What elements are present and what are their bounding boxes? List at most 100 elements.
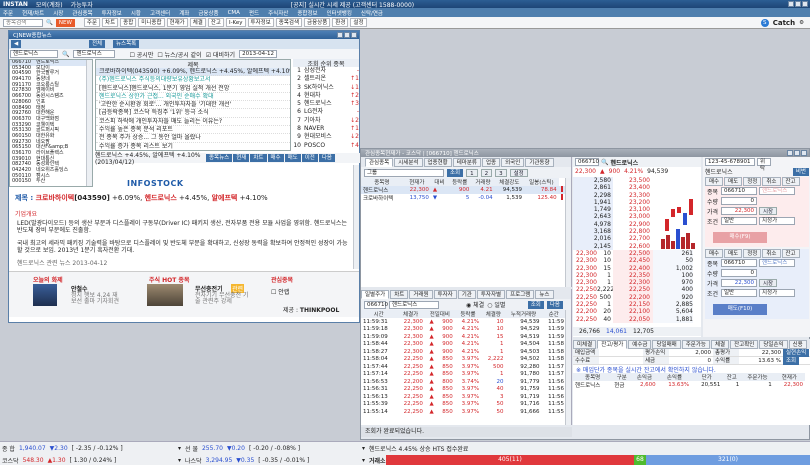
headline-item[interactable]: 크로바하이텍(043590) +6.09%, 헨드로닉스 +4.45%, 알에프… (96, 68, 290, 77)
max-qty-button[interactable]: 시장 (759, 279, 778, 287)
order-cond-input[interactable]: 일반 (721, 217, 757, 225)
headline-item[interactable]: 전 종목 주가 상승... 그 동안 얼마 올랐나 (96, 134, 290, 143)
tab[interactable]: 관심종목 (365, 157, 394, 167)
realized-pl-button[interactable]: 실현손익 (783, 349, 810, 357)
dropdown-icon[interactable]: ▾ (178, 457, 181, 464)
bid-row[interactable]: 22,300 1 22,350 100 (573, 271, 701, 280)
tab[interactable]: 투자자 (433, 289, 457, 299)
tab[interactable]: 거래원 (409, 289, 433, 299)
ranking-item[interactable]: 4 현대차 ↑2 (293, 92, 359, 100)
next-button[interactable]: 다음 (546, 300, 563, 309)
tab[interactable]: 체결 (710, 339, 730, 349)
max-qty-button[interactable]: 시장 (759, 207, 778, 215)
toolbar-button[interactable]: 체결 (189, 18, 206, 27)
close-icon[interactable] (351, 32, 357, 38)
headline-item[interactable]: 헨드로닉스 상한가 근접... 외국인 순매수 확대 (96, 93, 290, 102)
news-action-button[interactable]: 현재 (233, 154, 250, 162)
password-button[interactable]: 비번 (792, 167, 809, 176)
group-select[interactable]: 그룹 (364, 168, 444, 177)
buy-submit-button[interactable]: 매수(F9) (713, 232, 767, 243)
query-button[interactable]: 조회 (783, 357, 800, 365)
order-price-input[interactable]: 22,300 (721, 207, 757, 215)
bid-row[interactable]: 22,300 1 22,300 970 (573, 279, 701, 287)
order-tab[interactable]: 취소 (762, 177, 781, 186)
menu-item[interactable]: 주식자산 (268, 9, 288, 17)
scrollbar[interactable] (353, 165, 359, 269)
tab[interactable]: 프로그램 (506, 289, 535, 299)
table-row[interactable]: 11:58:27 22,300 ▲ 900 4.21% 1 94,503 11:58 (361, 348, 566, 356)
headline-item[interactable]: (주)헨드로닉스 주식등의대량보유상황보고서 (96, 76, 290, 85)
news-action-button[interactable]: 다음 (318, 154, 335, 162)
toolbar-button[interactable]: 종목검색 (275, 18, 303, 27)
order-qty-input[interactable]: 0 (721, 269, 757, 277)
headline-item[interactable]: [헨드로닉스]헨드로닉스, 1분기 영업 실적 개선 전망 (96, 85, 290, 93)
table-row[interactable]: 11:55:39 22,250 ▲ 850 3.97% 50 91,716 11:55 (361, 401, 566, 409)
stock-search-input[interactable] (3, 18, 43, 27)
menu-item[interactable]: 시장 (53, 9, 63, 17)
menu-item[interactable]: 주문 (3, 9, 13, 17)
minimize-icon[interactable] (787, 150, 793, 156)
tab[interactable]: 신용 (788, 339, 807, 349)
toolbar-button[interactable]: 미니종합 (138, 18, 165, 27)
toolbar-button[interactable]: 설정 (350, 18, 367, 27)
ranking-item[interactable]: 10 POSCO ↑4 (293, 142, 359, 150)
tab[interactable]: 잔고확인 (730, 339, 759, 349)
order-tab[interactable]: 매수 (705, 249, 724, 258)
order-price-input[interactable]: 22,300 (721, 279, 757, 287)
tab[interactable]: 업종 (482, 157, 501, 167)
menu-item[interactable]: 계좌 (179, 9, 189, 17)
toolbar-button[interactable]: 잔고 (207, 18, 224, 27)
maximize-icon[interactable] (795, 1, 801, 7)
scrollbar[interactable] (565, 310, 571, 425)
query-button[interactable]: 조회 (447, 168, 464, 177)
new-badge[interactable]: NEW (55, 18, 75, 27)
menu-item[interactable]: CMA (228, 10, 240, 16)
compare-checkbox[interactable]: ☑ 대비하기 (206, 50, 235, 59)
order-cond2-field[interactable]: 지정가 (759, 217, 795, 225)
order-name-field[interactable]: 헨드로닉스 (759, 259, 795, 267)
order-tab[interactable]: 잔고 (781, 177, 800, 186)
menu-item[interactable]: 투자정보 (102, 9, 122, 17)
menu-item[interactable]: 신탁/연금 (361, 9, 383, 17)
settings-button[interactable]: 설정 (509, 168, 528, 177)
menu-item[interactable]: 종합정보 (297, 9, 317, 17)
toolbar-button[interactable]: 종합 (120, 18, 137, 27)
news-action-button[interactable]: 차트 (250, 154, 267, 162)
daily-radio[interactable]: ○ 일별 (487, 300, 505, 309)
tab[interactable]: 당일매매 (652, 339, 681, 349)
banner-item[interactable]: ☐ 안랩 (271, 287, 289, 296)
table-row[interactable]: 11:57:14 22,250 ▲ 850 3.97% 1 91,780 11:57 (361, 371, 566, 379)
bid-row[interactable]: 22,300 15 22,400 1,002 (573, 264, 701, 272)
order-tab[interactable]: 취소 (762, 249, 781, 258)
toolbar-button[interactable]: 차트 (102, 18, 119, 27)
order-tab[interactable]: 잔고 (781, 249, 800, 258)
bid-row[interactable]: 22,250 1 22,150 2,885 (573, 301, 701, 309)
tab[interactable]: 기관 (457, 289, 476, 299)
headline-item[interactable]: '고란한 순시환경 회로'... 개인투자자들 '기대한 개선' (96, 101, 290, 110)
search-icon[interactable]: 🔍 (46, 20, 53, 26)
toolbar-button[interactable]: 현재가 (166, 18, 188, 27)
table-row[interactable]: 11:56:53 22,200 ▲ 800 3.74% 20 91,779 11:56 (361, 378, 566, 386)
order-cond-input[interactable]: 일반 (721, 289, 757, 297)
maximize-icon[interactable] (794, 150, 800, 156)
close-icon[interactable] (801, 150, 807, 156)
dropdown-icon[interactable]: ▾ (362, 457, 365, 464)
code-input[interactable]: 066710 (364, 300, 388, 309)
menu-item[interactable]: 관심종목 (72, 9, 92, 17)
order-tab[interactable]: 정정 (743, 177, 762, 186)
toolbar-button[interactable]: 주문 (83, 18, 101, 27)
order-code-input[interactable]: 066710 (721, 259, 757, 267)
close-icon[interactable] (802, 1, 808, 7)
bid-row[interactable]: 22,250 40 22,050 1,881 (573, 315, 701, 323)
bid-row[interactable]: 22,250 500 22,200 920 (573, 293, 701, 302)
table-row[interactable]: 11:59:09 22,300 ▲ 900 4.21% 15 94,519 11:59 (361, 333, 566, 341)
scrollbar[interactable] (565, 178, 571, 287)
page-1-button[interactable]: 1 (466, 168, 478, 177)
disclosure-only-checkbox[interactable]: ☐ 공시만 (129, 50, 153, 59)
bid-row[interactable]: 22,200 20 22,100 5,604 (573, 308, 701, 316)
news-action-button[interactable]: 종목뉴스 (206, 154, 233, 162)
bid-row[interactable]: 22,300 10 22,500 261 (573, 249, 701, 258)
table-row[interactable]: 11:59:18 22,300 ▲ 900 4.21% 10 94,529 11:59 (361, 326, 566, 334)
news-action-button[interactable]: 매수 (267, 154, 284, 162)
search-icon[interactable]: 🔍 (601, 159, 608, 166)
